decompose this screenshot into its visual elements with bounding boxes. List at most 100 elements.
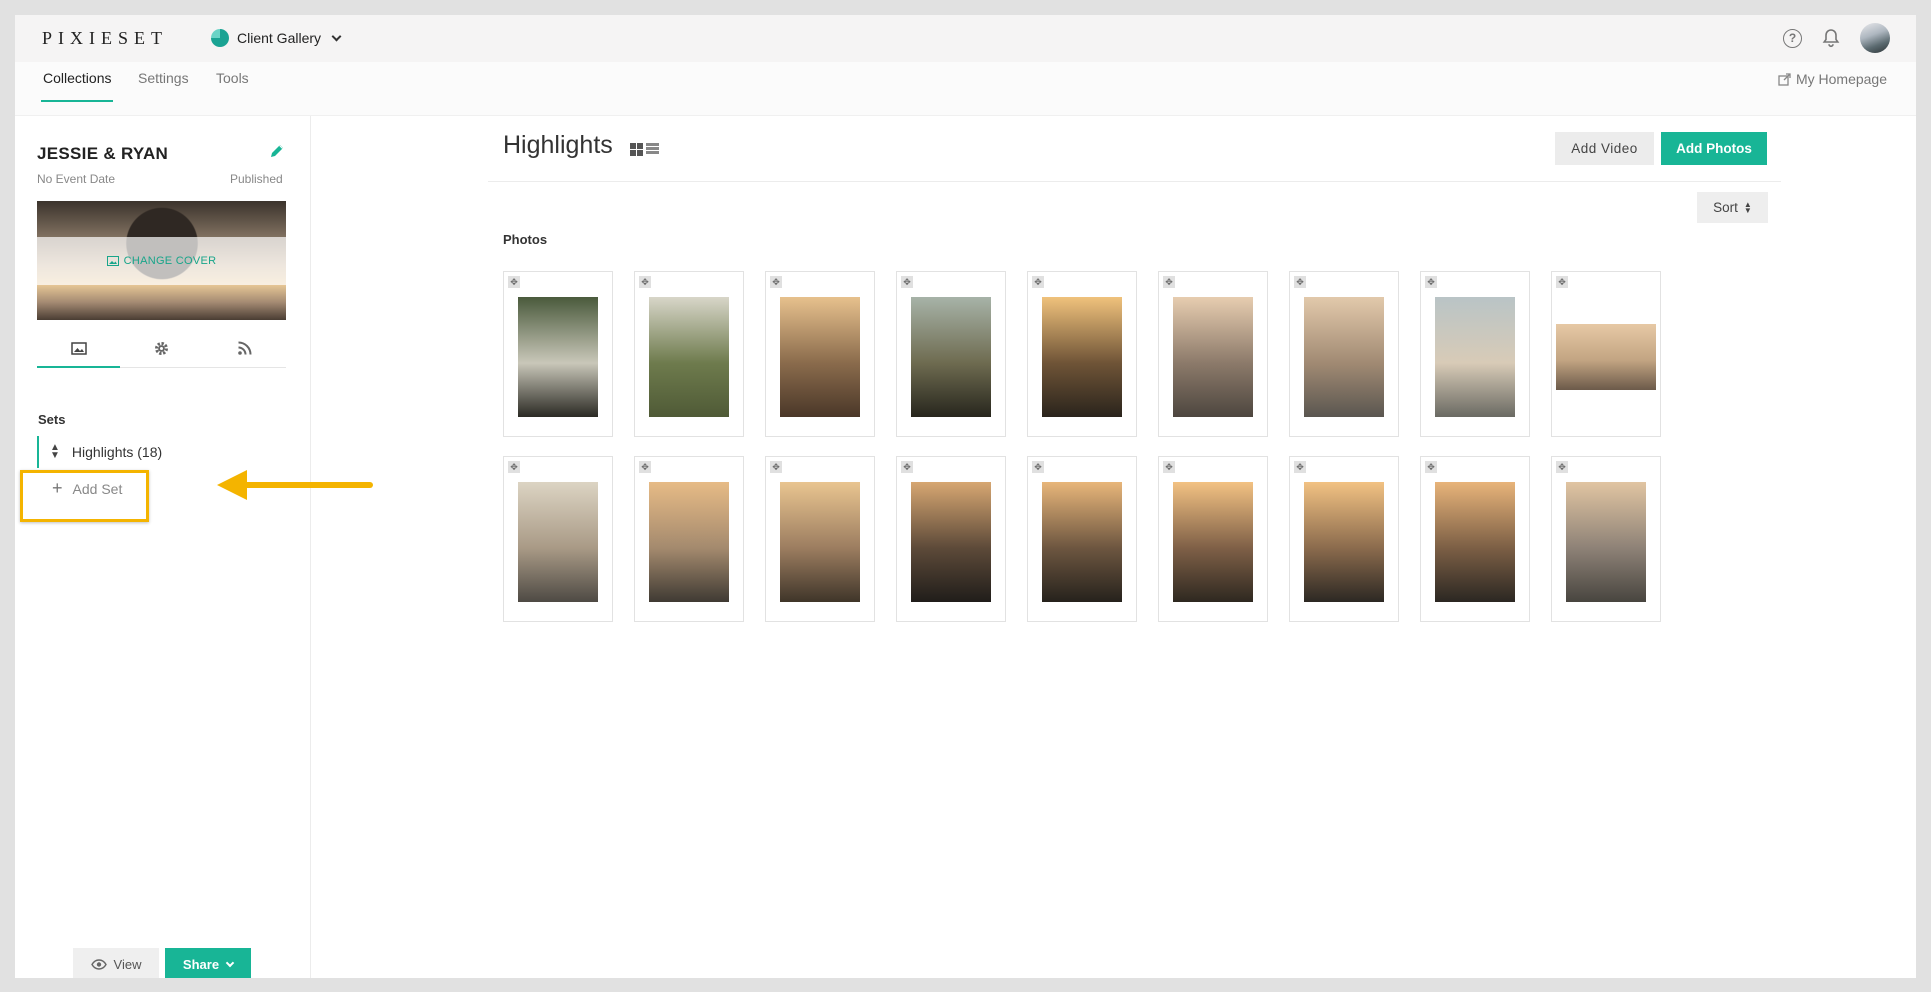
drag-handle-icon[interactable]: ✥	[1425, 461, 1437, 473]
tab-collection-settings[interactable]	[120, 330, 203, 367]
add-photos-button[interactable]: Add Photos	[1661, 132, 1767, 165]
share-button[interactable]: Share	[165, 948, 251, 978]
photo-card[interactable]: ✥	[1551, 271, 1661, 437]
drag-handle-icon[interactable]: ✥	[1294, 461, 1306, 473]
sidebar-tabs	[37, 330, 286, 368]
photo-thumbnail	[1173, 482, 1253, 602]
grid-view-icon[interactable]	[630, 143, 643, 156]
sets-heading: Sets	[38, 412, 66, 427]
photo-thumbnail	[1566, 482, 1646, 602]
photo-thumbnail	[1556, 324, 1656, 390]
photo-thumbnail	[1304, 297, 1384, 417]
drag-handle-icon[interactable]: ✥	[770, 461, 782, 473]
add-video-button[interactable]: Add Video	[1555, 132, 1654, 165]
page-title: Highlights	[503, 131, 613, 159]
drag-handle-icon[interactable]: ✥	[1556, 276, 1568, 288]
external-link-icon	[1778, 72, 1791, 86]
bell-icon[interactable]	[1822, 28, 1840, 48]
photo-card[interactable]: ✥	[1551, 456, 1661, 622]
photo-card[interactable]: ✥	[1027, 271, 1137, 437]
sort-button-label: Sort	[1713, 200, 1738, 215]
nav-bar: Collections Settings Tools My Homepage	[15, 62, 1916, 116]
photo-card[interactable]: ✥	[1420, 456, 1530, 622]
photo-thumbnail	[1173, 297, 1253, 417]
photo-thumbnail	[1042, 482, 1122, 602]
photo-card[interactable]: ✥	[896, 456, 1006, 622]
photo-thumbnail	[911, 482, 991, 602]
photo-card[interactable]: ✥	[896, 271, 1006, 437]
drag-handle-icon[interactable]: ✥	[639, 276, 651, 288]
tab-tools[interactable]: Tools	[214, 62, 251, 116]
my-homepage-label: My Homepage	[1795, 71, 1887, 87]
tab-photos[interactable]	[37, 330, 120, 368]
sort-arrows-icon: ▲ ▼	[1743, 199, 1752, 215]
photo-card[interactable]: ✥	[765, 271, 875, 437]
drag-handle-icon[interactable]: ✥	[1556, 461, 1568, 473]
set-item-label: Highlights (18)	[71, 444, 163, 460]
tab-activity[interactable]	[203, 330, 286, 367]
photo-thumbnail	[1042, 297, 1122, 417]
photo-card[interactable]: ✥	[1158, 456, 1268, 622]
gallery-switcher[interactable]: Client Gallery	[211, 26, 342, 50]
chevron-down-icon	[331, 31, 342, 41]
drag-handle-icon[interactable]: ✥	[1294, 276, 1306, 288]
reorder-handle-icon[interactable]: ▲ ▼	[50, 443, 60, 461]
photo-card[interactable]: ✥	[634, 271, 744, 437]
photo-card[interactable]: ✥	[1158, 271, 1268, 437]
publish-status: Published	[230, 172, 283, 186]
photo-card[interactable]: ✥	[1289, 271, 1399, 437]
view-button[interactable]: View	[73, 948, 159, 978]
collection-sidebar: JESSIE & RYAN No Event Date Published CH…	[15, 116, 373, 978]
photo-card[interactable]: ✥	[503, 456, 613, 622]
share-button-label: Share	[182, 957, 220, 972]
photo-card[interactable]: ✥	[634, 456, 744, 622]
my-homepage-link[interactable]: My Homepage	[1778, 71, 1887, 87]
photo-card[interactable]: ✥	[1420, 271, 1530, 437]
set-item-highlights[interactable]: ▲ ▼ Highlights (18)	[37, 436, 286, 468]
client-gallery-icon	[211, 29, 229, 47]
top-bar: PIXIESET Client Gallery ?	[15, 15, 1916, 62]
drag-handle-icon[interactable]: ✥	[1425, 276, 1437, 288]
change-cover-label: CHANGE COVER	[123, 255, 217, 267]
drag-handle-icon[interactable]: ✥	[508, 276, 520, 288]
add-set-label: Add Set	[72, 480, 123, 497]
view-mode-toggle	[630, 143, 659, 156]
drag-handle-icon[interactable]: ✥	[1163, 461, 1175, 473]
drag-handle-icon[interactable]: ✥	[901, 461, 913, 473]
user-avatar[interactable]	[1860, 23, 1890, 53]
drag-handle-icon[interactable]: ✥	[1032, 276, 1044, 288]
photo-thumbnail	[1304, 482, 1384, 602]
rss-icon	[238, 341, 252, 355]
app-window: PIXIESET Client Gallery ? Collections Se…	[15, 15, 1916, 978]
image-icon	[70, 342, 87, 355]
photo-card[interactable]: ✥	[1027, 456, 1137, 622]
tab-collections[interactable]: Collections	[41, 62, 114, 116]
photo-thumbnail	[1435, 297, 1515, 417]
pencil-icon[interactable]	[268, 142, 286, 165]
list-view-icon[interactable]	[646, 143, 659, 156]
top-right-actions: ?	[1783, 23, 1890, 53]
add-set-button[interactable]: + Add Set	[22, 470, 147, 507]
photo-card[interactable]: ✥	[1289, 456, 1399, 622]
header-divider	[488, 181, 1781, 182]
photo-card[interactable]: ✥	[503, 271, 613, 437]
photo-thumbnail	[649, 297, 729, 417]
gallery-switcher-label: Client Gallery	[237, 30, 322, 46]
drag-handle-icon[interactable]: ✥	[508, 461, 520, 473]
drag-handle-icon[interactable]: ✥	[1032, 461, 1044, 473]
sort-button[interactable]: Sort ▲ ▼	[1697, 192, 1768, 223]
help-icon[interactable]: ?	[1783, 28, 1802, 48]
pixieset-logo[interactable]: PIXIESET	[42, 28, 168, 49]
chevron-down-icon	[225, 958, 235, 968]
drag-handle-icon[interactable]: ✥	[901, 276, 913, 288]
photo-card[interactable]: ✥	[765, 456, 875, 622]
drag-handle-icon[interactable]: ✥	[1163, 276, 1175, 288]
photo-thumbnail	[518, 297, 598, 417]
change-cover-button[interactable]: CHANGE COVER	[37, 237, 286, 285]
drag-handle-icon[interactable]: ✥	[639, 461, 651, 473]
image-icon	[106, 256, 119, 266]
drag-handle-icon[interactable]: ✥	[770, 276, 782, 288]
cover-image: CHANGE COVER	[37, 201, 286, 320]
sidebar-footer: View Share	[73, 948, 251, 978]
tab-settings[interactable]: Settings	[136, 62, 191, 116]
